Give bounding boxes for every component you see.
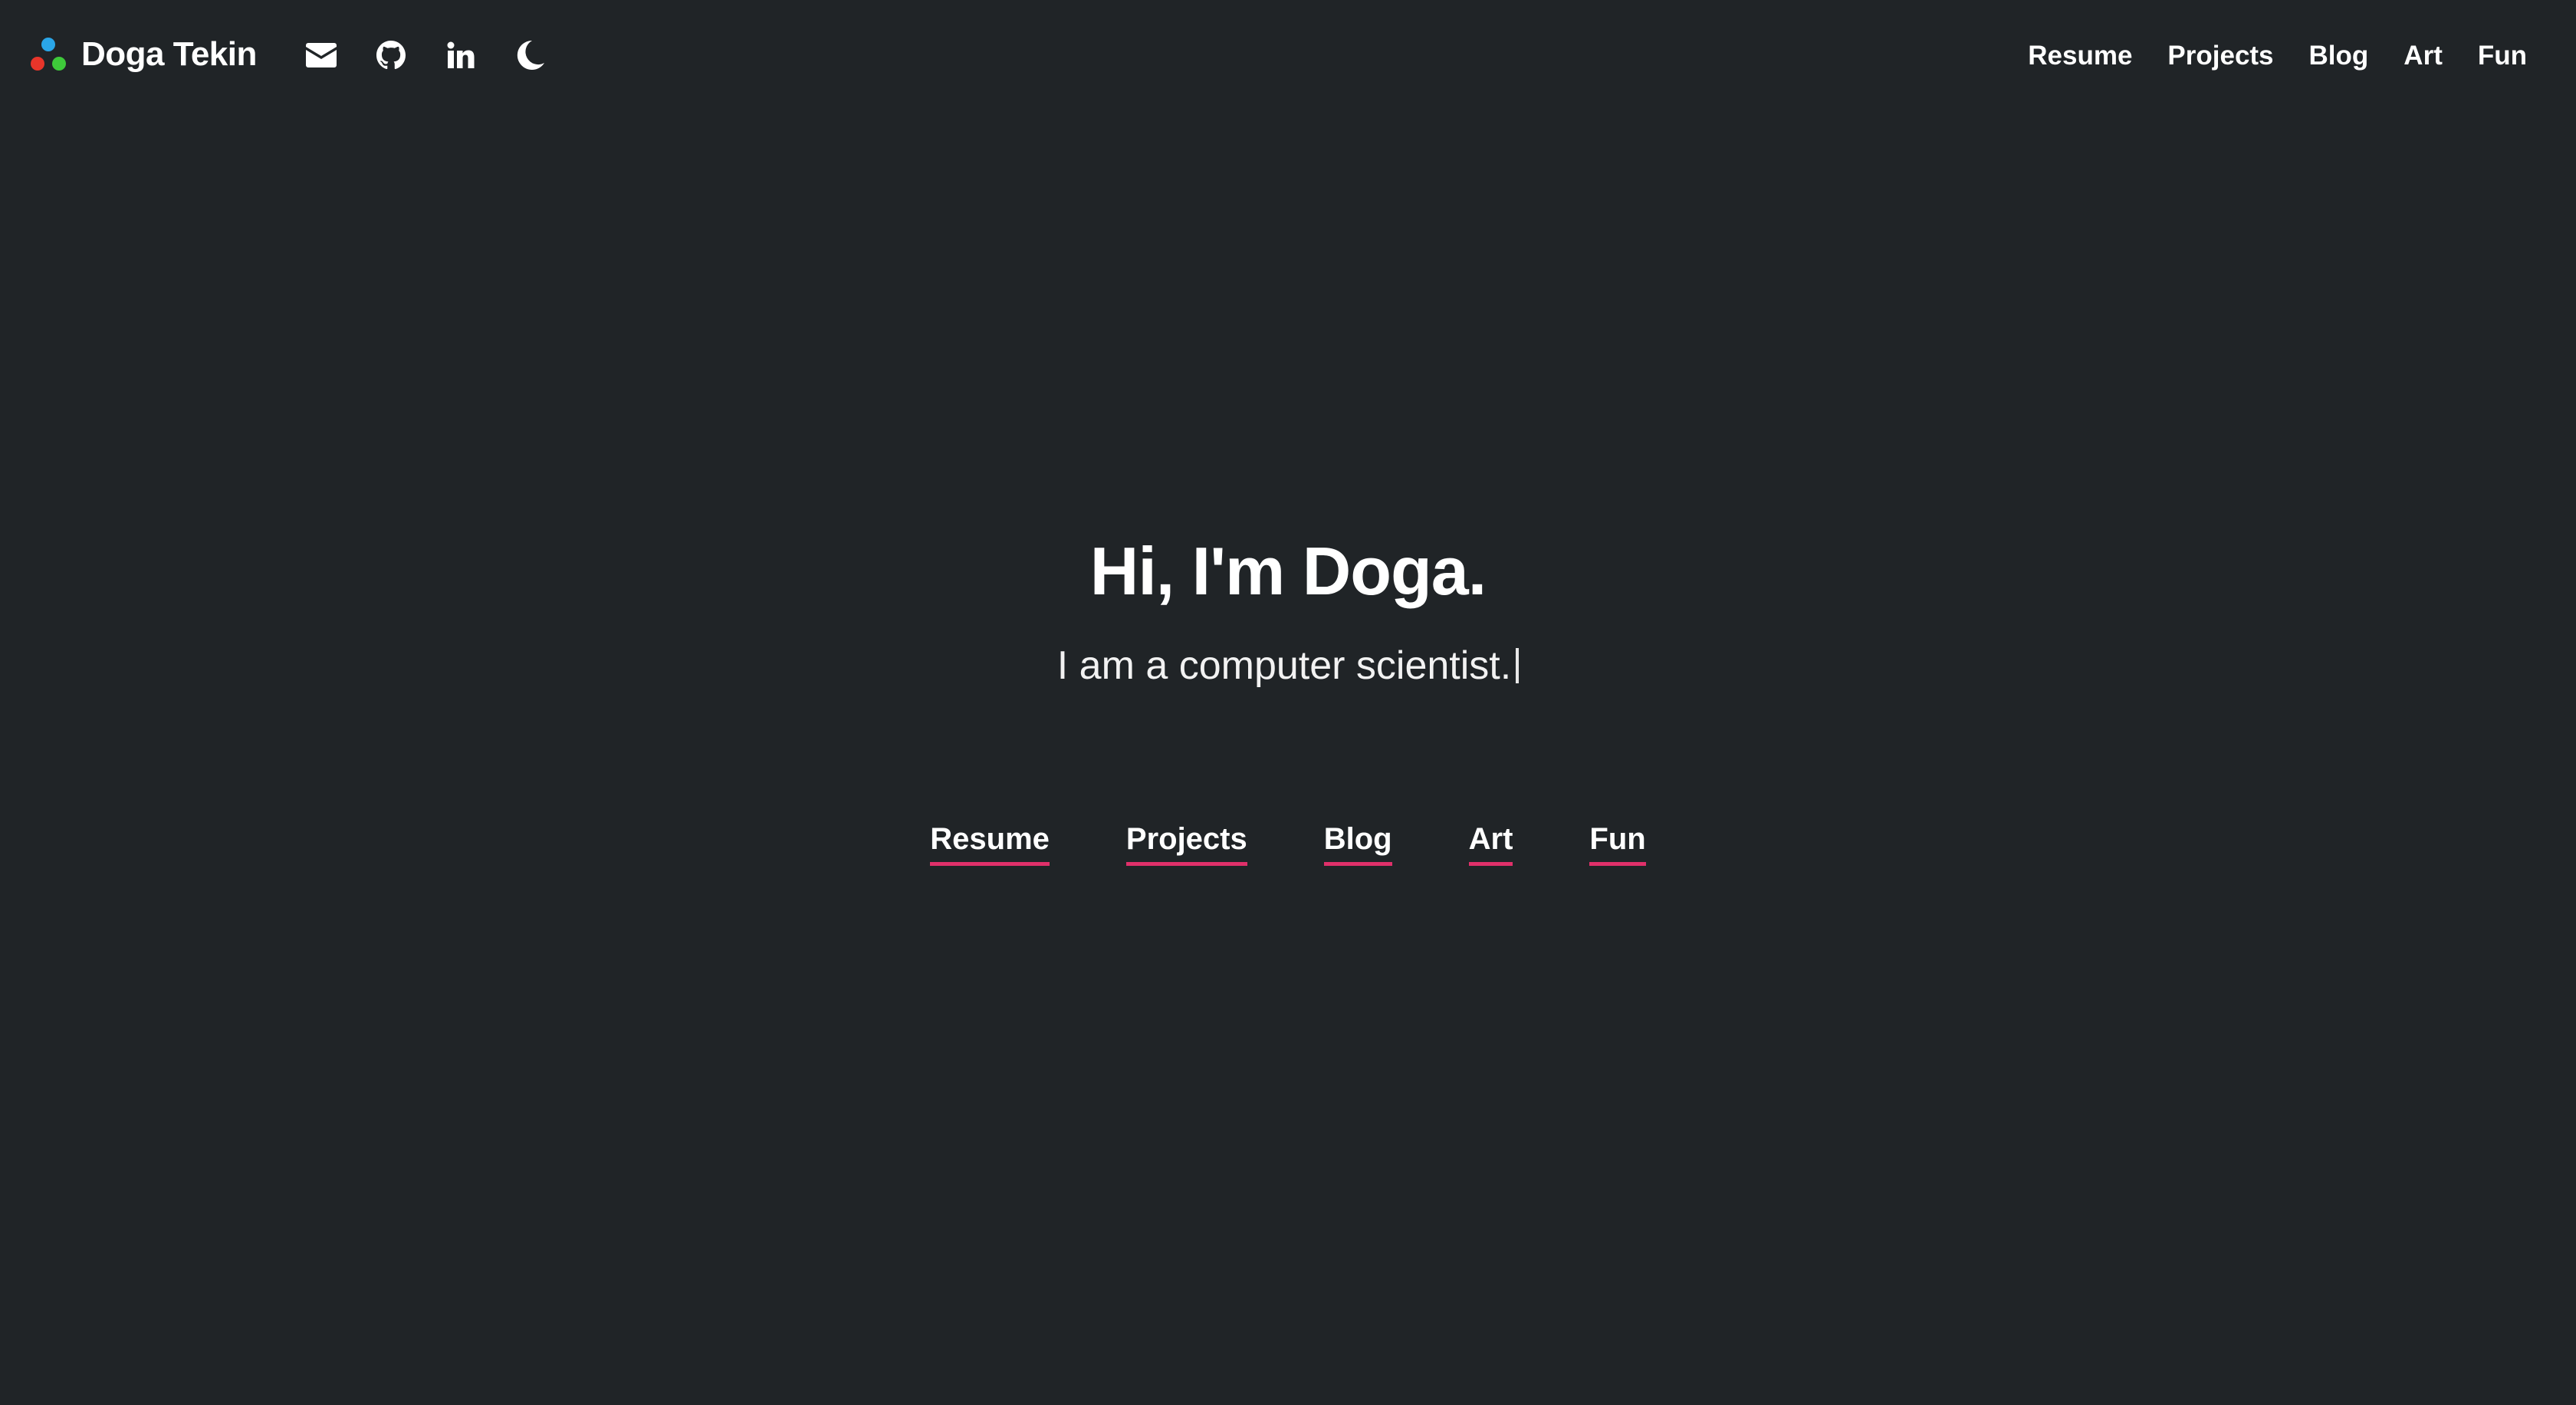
linkedin-link[interactable] [442,36,480,74]
nav-projects[interactable]: Projects [2167,41,2273,71]
nav-resume[interactable]: Resume [2028,41,2132,71]
navbar: Doga Tekin Resume Projects Blog Art Fun [0,0,2576,110]
nav-fun[interactable]: Fun [2478,41,2527,71]
hero-link-projects[interactable]: Projects [1125,818,1247,866]
brand-logo-icon [31,38,66,71]
hero-subtitle-line: I am a computer scientist. [0,635,2576,696]
linkedin-icon [447,41,475,68]
envelope-icon [306,43,337,67]
hero-link-blog[interactable]: Blog [1323,818,1392,866]
brand-link[interactable]: Doga Tekin [29,29,257,80]
hero-links: Resume Projects Blog Art Fun [0,818,2576,866]
theme-toggle[interactable] [511,36,550,74]
hero-title: Hi, I'm Doga. [1089,533,1487,609]
brand-name: Doga Tekin [81,35,257,73]
hero-link-art[interactable]: Art [1468,818,1513,866]
typing-caret [1516,648,1520,683]
github-link[interactable] [372,36,410,74]
nav-art[interactable]: Art [2404,41,2443,71]
social-links [302,34,550,77]
hero-subtitle: I am a computer scientist. [1056,643,1512,688]
github-icon [376,41,406,70]
page: Doga Tekin Resume Projects Blog Art Fun … [0,0,2576,1405]
hero-link-resume[interactable]: Resume [930,818,1050,866]
top-nav: Resume Projects Blog Art Fun [2028,35,2527,77]
hero-link-fun[interactable]: Fun [1589,818,1646,866]
nav-blog[interactable]: Blog [2309,41,2369,71]
moon-icon [517,41,544,70]
email-link[interactable] [302,36,340,74]
